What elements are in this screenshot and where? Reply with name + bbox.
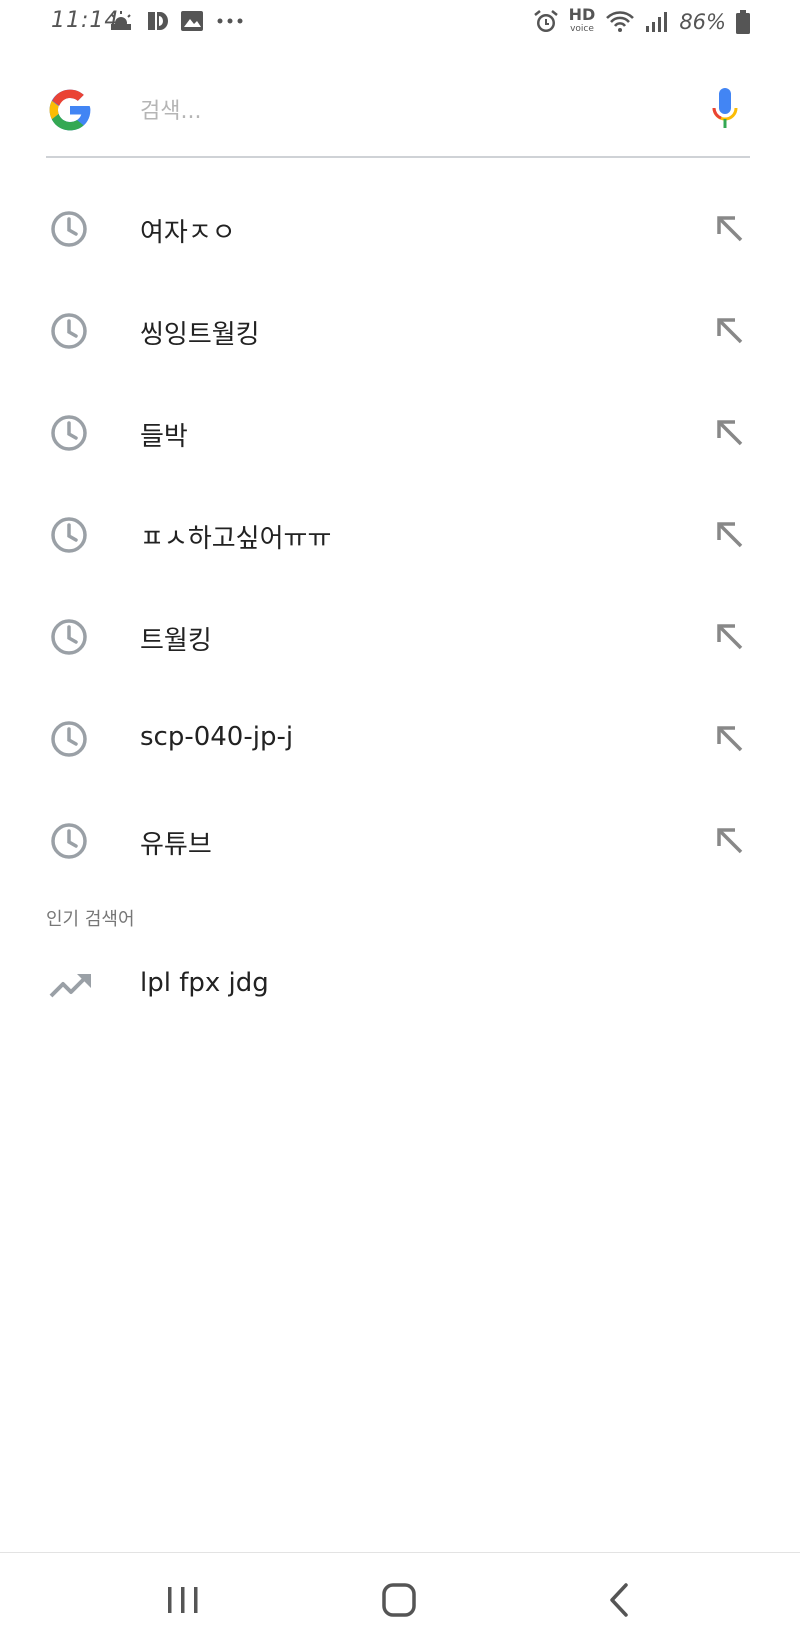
status-right-icons: HD voice 86% (533, 7, 750, 36)
fill-query-arrow-icon[interactable] (713, 212, 747, 246)
recent-search-label: 트월킹 (140, 626, 212, 656)
trending-header: 인기 검색어 (46, 909, 135, 930)
battery-percent: 86% (679, 10, 726, 34)
more-dots-icon (217, 18, 243, 24)
signal-icon (646, 12, 668, 32)
recent-search-label: 씽잉트월킹 (140, 320, 260, 350)
search-input[interactable] (138, 90, 702, 132)
recent-search-label: ㅍㅅ하고싶어ㅠㅠ (140, 524, 332, 554)
fill-query-arrow-icon[interactable] (713, 518, 747, 552)
alarm-icon (533, 10, 558, 32)
history-icon (51, 823, 87, 859)
fill-query-arrow-icon[interactable] (713, 620, 747, 654)
status-left-icons (108, 10, 244, 32)
recent-search-item[interactable]: 씽잉트월킹 (0, 280, 800, 382)
app-icon (148, 12, 168, 30)
hd-voice-icon: HD voice (569, 7, 596, 36)
navigation-bar (0, 1552, 800, 1645)
recent-search-label: scp-040-jp-j (140, 722, 294, 752)
recent-apps-icon[interactable] (158, 1575, 208, 1625)
trending-up-icon (49, 974, 91, 998)
recent-search-label: 여자ㅈㅇ (140, 218, 236, 248)
recent-search-item[interactable]: ㅍㅅ하고싶어ㅠㅠ (0, 484, 800, 586)
trending-item-label: lpl fpx jdg (140, 968, 269, 998)
mic-icon[interactable] (710, 86, 740, 136)
weather-icon (111, 11, 131, 30)
home-icon[interactable] (375, 1575, 425, 1625)
google-logo-icon (49, 89, 91, 131)
wifi-icon (606, 11, 635, 32)
history-icon (51, 517, 87, 553)
trending-item[interactable]: lpl fpx jdg (0, 940, 800, 1036)
recent-search-item[interactable]: 여자ㅈㅇ (0, 178, 800, 280)
recent-search-item[interactable]: scp-040-jp-j (0, 688, 800, 790)
history-icon (51, 211, 87, 247)
search-bar (46, 76, 750, 158)
fill-query-arrow-icon[interactable] (713, 314, 747, 348)
fill-query-arrow-icon[interactable] (713, 722, 747, 756)
fill-query-arrow-icon[interactable] (713, 824, 747, 858)
history-icon (51, 619, 87, 655)
recent-search-label: 유튜브 (140, 830, 212, 860)
recent-search-item[interactable]: 트월킹 (0, 586, 800, 688)
history-icon (51, 313, 87, 349)
battery-icon (736, 10, 750, 34)
history-icon (51, 721, 87, 757)
recent-search-item[interactable]: 유튜브 (0, 790, 800, 892)
recent-searches-list: 여자ㅈㅇ 씽잉트월킹들박 ㅍㅅ하고싶어ㅠㅠ 트월킹 scp-040-jp-j 유튜브 (0, 178, 800, 892)
back-icon[interactable] (596, 1575, 646, 1625)
status-bar: 11:14 HD voice 86% (0, 0, 800, 44)
image-icon (181, 11, 203, 31)
history-icon (51, 415, 87, 451)
hd-sub-label: voice (570, 24, 594, 34)
fill-query-arrow-icon[interactable] (713, 416, 747, 450)
recent-search-item[interactable]: 들박 (0, 382, 800, 484)
recent-search-label: 들박 (140, 422, 188, 452)
